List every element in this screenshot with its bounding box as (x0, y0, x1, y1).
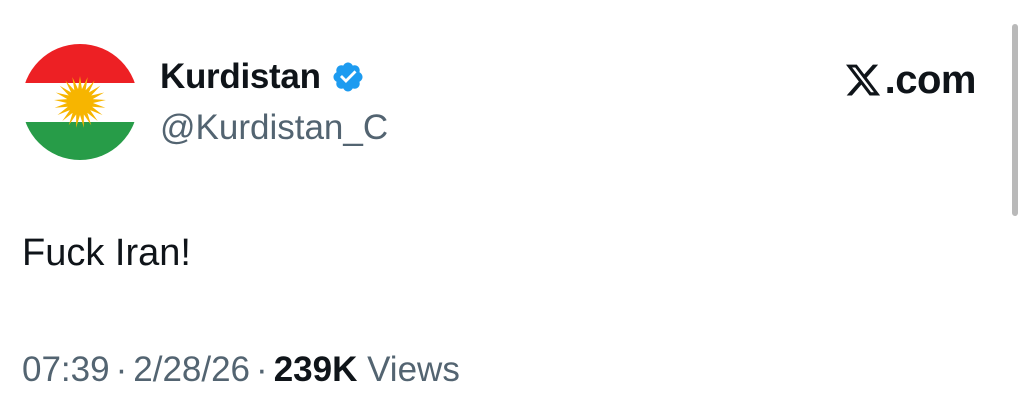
brand-domain-text: .com (884, 57, 977, 102)
verified-badge-icon[interactable] (331, 60, 365, 94)
kurdistan-flag-icon (22, 44, 138, 160)
author-handle[interactable]: @Kurdistan_C (160, 108, 388, 148)
author-display-name[interactable]: Kurdistan (160, 57, 321, 97)
meta-separator: · (256, 350, 268, 389)
avatar[interactable] (22, 44, 138, 160)
tweet-date[interactable]: 2/28/26 (133, 350, 250, 389)
views-count[interactable]: 239K (274, 350, 358, 389)
brand-link[interactable]: .com (843, 56, 977, 104)
tweet-text: Fuck Iran! (22, 232, 191, 274)
scrollbar[interactable] (1012, 24, 1018, 216)
tweet-time[interactable]: 07:39 (22, 350, 110, 389)
views-label: Views (367, 350, 460, 389)
tweet-meta: 07:39 · 2/28/26 · 239K Views (22, 350, 460, 390)
x-logo-icon (845, 64, 880, 96)
meta-separator: · (115, 350, 128, 389)
author-name-row: Kurdistan (160, 54, 365, 100)
